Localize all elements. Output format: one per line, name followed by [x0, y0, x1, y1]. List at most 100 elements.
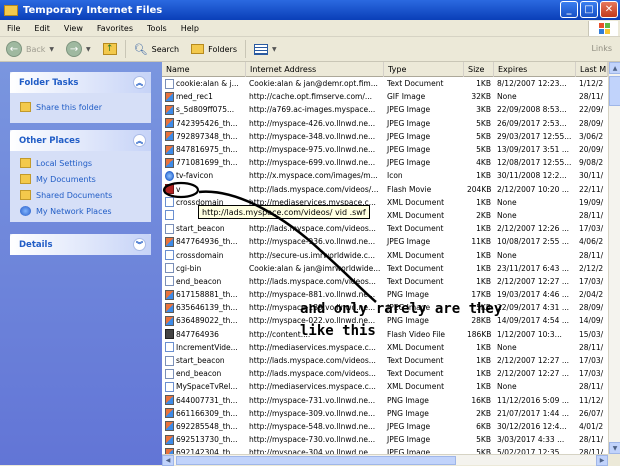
menu-file[interactable]: File	[0, 24, 27, 33]
scroll-down-icon[interactable]: ▼	[609, 442, 620, 454]
task-pane: Folder Tasks ︽ Share this folder Other P…	[0, 62, 162, 465]
file-row[interactable]: start_beacon http://lads.myspace.com/vide…	[162, 222, 608, 235]
text-file-icon	[165, 355, 174, 366]
img-file-icon	[165, 434, 174, 445]
details-title: Details	[19, 239, 53, 250]
menu-tools[interactable]: Tools	[140, 24, 174, 33]
up-button[interactable]: ↑	[97, 38, 123, 60]
menu-help[interactable]: Help	[174, 24, 206, 33]
menu-favorites[interactable]: Favorites	[90, 24, 140, 33]
back-arrow-icon: ←	[6, 41, 22, 57]
file-row[interactable]: 692285548_th... http://myspace-548.vo.lln…	[162, 420, 608, 433]
file-row[interactable]: 661166309_th... http://myspace-309.vo.lln…	[162, 407, 608, 420]
search-button[interactable]: 🔍︎ Search	[128, 38, 185, 60]
scroll-up-icon[interactable]: ▲	[609, 62, 620, 74]
file-name: 636489022_th...	[176, 316, 238, 326]
file-row[interactable]: start_beacon http://lads.myspace.com/vide…	[162, 354, 608, 367]
file-name-cell: 636489022_th...	[162, 315, 246, 326]
scroll-right-icon[interactable]: ▶	[596, 455, 608, 466]
menu-view[interactable]: View	[57, 24, 90, 33]
file-row[interactable]: tv-favicon http://x.myspace.com/images/m.…	[162, 169, 608, 182]
file-name: tv-favicon	[176, 171, 214, 181]
task-share-folder[interactable]: Share this folder	[10, 99, 151, 115]
expand-icon[interactable]: ︾	[133, 238, 146, 251]
column-header-last-modified[interactable]: Last M	[576, 62, 608, 77]
last-modified-cell: 2/04/2	[579, 290, 604, 300]
file-name: 692513730_th...	[176, 435, 238, 445]
type-cell: GIF Image	[387, 92, 426, 102]
minimize-button[interactable]: _	[560, 1, 578, 18]
horizontal-scroll-thumb[interactable]	[176, 456, 456, 465]
last-modified-cell: 2/12/2	[579, 263, 604, 273]
file-row[interactable]: 771081699_th... http://myspace-699.vo.lln…	[162, 156, 608, 169]
file-row[interactable]: 792897348_th... http://myspace-348.vo.lln…	[162, 130, 608, 143]
file-row[interactable]: 644007731_th... http://myspace-731.vo.lln…	[162, 394, 608, 407]
column-headers: Name Internet Address Type Size Expires …	[162, 62, 608, 77]
size-cell: 1KB	[476, 224, 491, 234]
details-header[interactable]: Details ︾	[10, 234, 151, 255]
column-header-size[interactable]: Size	[464, 62, 494, 77]
last-modified-cell: 30/11/	[579, 171, 604, 181]
column-header-expires[interactable]: Expires	[494, 62, 576, 77]
file-row[interactable]: cookie:alan & j... Cookie:alan & jan@demr…	[162, 77, 608, 90]
type-cell: Text Document	[387, 263, 444, 273]
file-row[interactable]: 692513730_th... http://myspace-730.vo.lln…	[162, 433, 608, 446]
file-row[interactable]: med_rec1 http://cache.opt.fimserve.com/..…	[162, 90, 608, 103]
internet-address-cell: http://mediaservices.myspace.c...	[249, 382, 376, 392]
file-row[interactable]: 847816975_th... http://myspace-975.vo.lln…	[162, 143, 608, 156]
column-header-internet-address[interactable]: Internet Address	[246, 62, 384, 77]
folder-icon	[20, 158, 31, 168]
maximize-button[interactable]: □	[580, 1, 598, 18]
vertical-scrollbar[interactable]: ▲ ▼	[608, 62, 620, 454]
folder-tasks-header[interactable]: Folder Tasks ︽	[10, 72, 151, 93]
column-header-name[interactable]: Name	[162, 62, 246, 77]
file-row[interactable]: crossdomain http://secure-us.imrworldwide…	[162, 248, 608, 261]
menu-edit[interactable]: Edit	[27, 24, 57, 33]
file-row[interactable]: 847764936_th... http://myspace-936.vo.lln…	[162, 235, 608, 248]
place-local-settings[interactable]: Local Settings	[10, 155, 151, 171]
file-name-cell: 661166309_th...	[162, 408, 246, 419]
back-button[interactable]: ← Back ▼	[0, 38, 60, 60]
file-row[interactable]: end_beacon http://lads.myspace.com/videos…	[162, 367, 608, 380]
file-rows: cookie:alan & j... Cookie:alan & jan@demr…	[162, 77, 608, 459]
expires-cell: None	[497, 382, 517, 392]
other-places-header[interactable]: Other Places ︽	[10, 130, 151, 151]
expires-cell: 2/12/2007 10:20 ...	[497, 184, 569, 194]
collapse-icon[interactable]: ︽	[133, 134, 146, 147]
file-row[interactable]: end_beacon http://lads.myspace.com/videos…	[162, 275, 608, 288]
type-cell: JPEG Image	[387, 237, 431, 247]
file-row[interactable]: v http://lads.myspace.com/videos/... Flash…	[162, 183, 608, 196]
scroll-thumb[interactable]	[609, 76, 620, 106]
folders-button[interactable]: Folders	[185, 38, 243, 60]
back-label: Back	[26, 44, 46, 54]
place-my-documents[interactable]: My Documents	[10, 171, 151, 187]
img-file-icon	[165, 421, 174, 432]
folder-tasks-title: Folder Tasks	[19, 77, 79, 88]
close-button[interactable]: ✕	[600, 1, 618, 18]
place-shared-documents-label: Shared Documents	[36, 190, 113, 200]
horizontal-scrollbar[interactable]: ◀ ▶	[162, 454, 608, 466]
vid-file-icon	[165, 329, 174, 340]
links-button[interactable]: Links	[591, 44, 612, 53]
img-file-icon	[165, 395, 174, 406]
place-my-network-places[interactable]: My Network Places	[10, 203, 151, 219]
flash-file-icon	[165, 184, 174, 195]
file-row[interactable]: IncrementVide... http://mediaservices.mys…	[162, 341, 608, 354]
column-header-type[interactable]: Type	[384, 62, 464, 77]
views-button[interactable]: ▼	[248, 38, 283, 60]
file-row[interactable]: MySpaceTvRel... http://mediaservices.mysp…	[162, 380, 608, 393]
type-cell: XML Document	[387, 250, 445, 260]
file-row[interactable]: 742395426_th... http://myspace-426.vo.lln…	[162, 117, 608, 130]
place-shared-documents[interactable]: Shared Documents	[10, 187, 151, 203]
scroll-left-icon[interactable]: ◀	[162, 455, 174, 466]
place-local-settings-label: Local Settings	[36, 158, 93, 168]
file-row[interactable]: cgi-bin Cookie:alan & jan@imrworldwide...…	[162, 262, 608, 275]
img-file-icon	[165, 104, 174, 115]
file-name-cell: med_rec1	[162, 91, 246, 102]
file-name: s_5d809ff075...	[176, 105, 235, 115]
collapse-icon[interactable]: ︽	[133, 76, 146, 89]
forward-button[interactable]: → ▼	[60, 38, 97, 60]
file-name-cell: 635646139_th...	[162, 302, 246, 313]
file-row[interactable]: s_5d809ff075... http://a769.ac-images.mys…	[162, 103, 608, 116]
img-file-icon	[165, 302, 174, 313]
